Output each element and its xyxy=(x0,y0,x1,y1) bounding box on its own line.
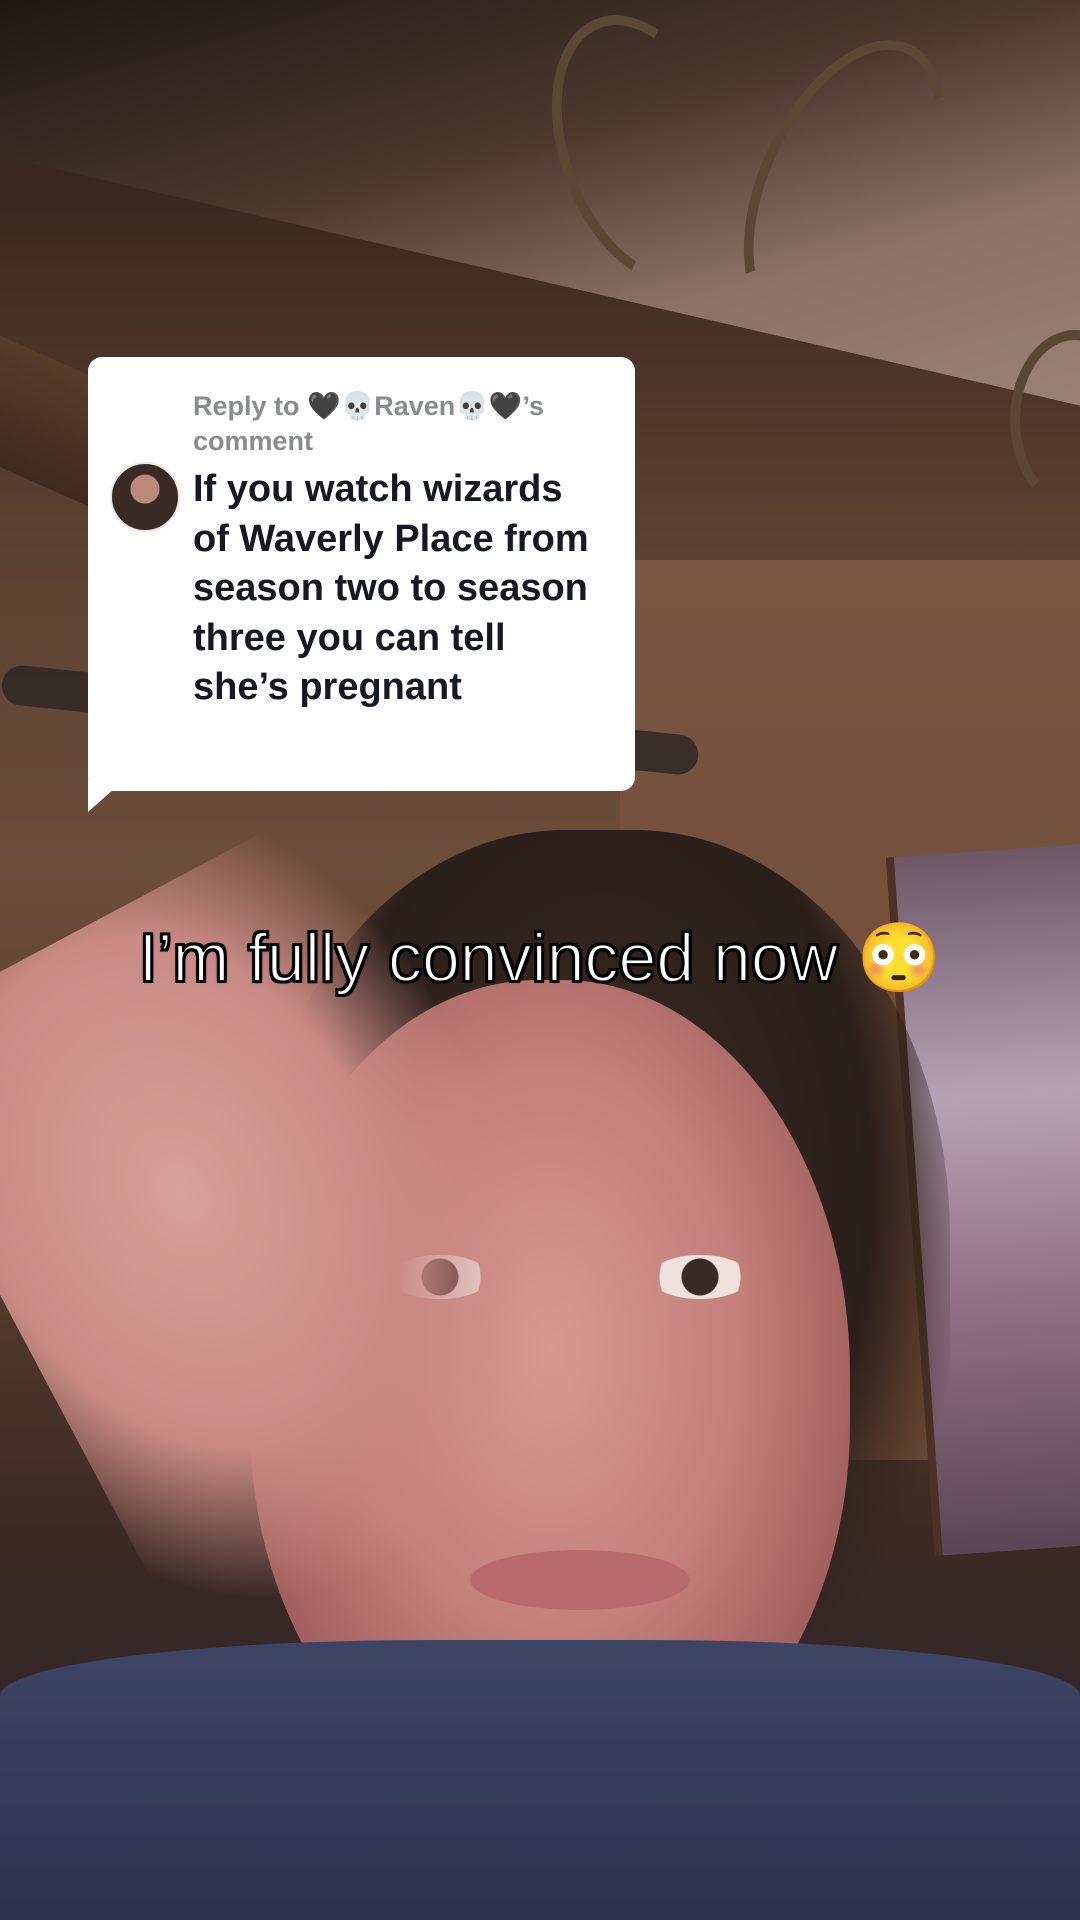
person-mouth xyxy=(470,1550,690,1610)
reply-header: Reply to 🖤💀Raven💀🖤’s comment xyxy=(193,391,545,456)
caption-text: I’m fully convinced now xyxy=(138,919,839,997)
person-eye-right xyxy=(650,1255,750,1299)
video-screen[interactable]: Reply to 🖤💀Raven💀🖤’s comment If you watc… xyxy=(0,0,1080,1920)
reply-comment-sticker[interactable]: Reply to 🖤💀Raven💀🖤’s comment If you watc… xyxy=(88,357,635,791)
video-caption: I’m fully convinced now 😳 xyxy=(0,918,1080,998)
reply-comment-text: If you watch wizards of Waverly Place fr… xyxy=(193,468,589,708)
reply-sticker-tail xyxy=(88,780,124,812)
flushed-face-icon: 😳 xyxy=(856,920,942,996)
commenter-avatar xyxy=(110,462,180,532)
person-shirt xyxy=(0,1640,1080,1920)
